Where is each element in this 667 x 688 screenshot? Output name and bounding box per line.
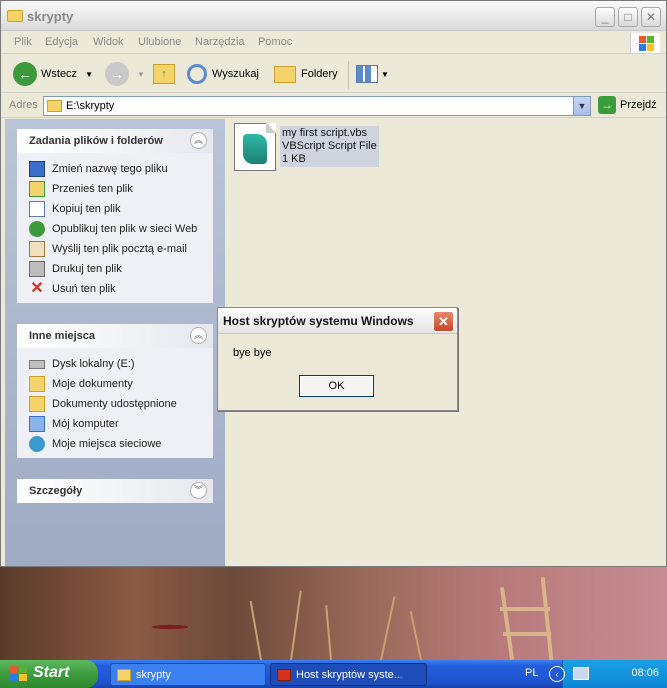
search-icon bbox=[187, 64, 207, 84]
taskbar-item-script-host[interactable]: Host skryptów syste... bbox=[270, 663, 427, 686]
back-arrow-icon: ← bbox=[13, 62, 37, 86]
vbs-file-icon[interactable] bbox=[234, 123, 276, 171]
move-icon bbox=[29, 181, 45, 197]
other-places-panel: Inne miejsca ︽ Dysk lokalny (E:) Moje do… bbox=[17, 324, 213, 458]
task-rename[interactable]: Zmień nazwę tego pliku bbox=[17, 159, 213, 179]
menu-edit[interactable]: Edycja bbox=[45, 36, 78, 48]
window-titlebar[interactable]: skrypty _ □ ✕ bbox=[1, 1, 666, 31]
go-arrow-icon: → bbox=[598, 96, 616, 114]
folder-icon bbox=[117, 668, 131, 681]
file-name: my first script.vbs bbox=[282, 127, 367, 139]
folder-icon bbox=[7, 10, 23, 22]
views-button[interactable]: ▼ bbox=[356, 61, 389, 87]
file-tasks-panel: Zadania plików i folderów ︽ Zmień nazwę … bbox=[17, 129, 213, 303]
toolbar: ← Wstecz ▼ → ▼ ↑ Wyszukaj Foldery ▼ bbox=[1, 55, 666, 93]
drive-icon bbox=[29, 359, 45, 369]
rename-icon bbox=[29, 161, 45, 177]
folders-icon bbox=[274, 65, 296, 83]
address-input[interactable]: E:\skrypty ▼ bbox=[43, 96, 591, 116]
explorer-window: skrypty _ □ ✕ Plik Edycja Widok Ulubione… bbox=[0, 0, 667, 567]
task-print[interactable]: Drukuj ten plik bbox=[17, 259, 213, 279]
menu-bar: Plik Edycja Widok Ulubione Narzędzia Pom… bbox=[1, 32, 666, 54]
up-folder-icon: ↑ bbox=[153, 64, 175, 84]
delete-x-icon: ✕ bbox=[30, 280, 44, 297]
expand-chevron-icon[interactable]: ︾ bbox=[190, 482, 207, 499]
address-dropdown-button[interactable]: ▼ bbox=[573, 97, 590, 115]
desktop-wallpaper bbox=[0, 567, 667, 661]
go-button[interactable]: → Przejdź bbox=[598, 96, 657, 114]
globe-icon bbox=[29, 221, 45, 237]
language-indicator[interactable]: PL bbox=[525, 667, 538, 679]
address-bar: Adres E:\skrypty ▼ → Przejdź bbox=[1, 94, 666, 118]
menu-help[interactable]: Pomoc bbox=[258, 36, 292, 48]
computer-icon bbox=[29, 416, 45, 432]
collapse-chevron-icon[interactable]: ︽ bbox=[190, 327, 207, 344]
email-icon bbox=[29, 241, 45, 257]
search-button[interactable]: Wyszukaj bbox=[187, 61, 259, 87]
dialog-titlebar[interactable]: Host skryptów systemu Windows ✕ bbox=[218, 308, 457, 334]
back-button[interactable]: ← Wstecz ▼ bbox=[13, 61, 93, 87]
dropdown-arrow-icon: ▼ bbox=[85, 69, 93, 79]
window-title: skrypty bbox=[27, 9, 74, 24]
forward-arrow-icon: → bbox=[105, 62, 129, 86]
dropdown-arrow-icon: ▼ bbox=[381, 69, 389, 79]
close-button[interactable]: ✕ bbox=[641, 7, 661, 27]
windows-logo-icon bbox=[630, 33, 660, 53]
message-dialog: Host skryptów systemu Windows ✕ bye bye … bbox=[217, 307, 458, 411]
task-pane: Zadania plików i folderów ︽ Zmień nazwę … bbox=[5, 119, 225, 566]
maximize-button[interactable]: □ bbox=[618, 7, 638, 27]
minimize-button[interactable]: _ bbox=[595, 7, 615, 27]
place-local-disk[interactable]: Dysk lokalny (E:) bbox=[17, 354, 213, 374]
dialog-message: bye bye bbox=[233, 347, 272, 359]
task-move[interactable]: Przenieś ten plik bbox=[17, 179, 213, 199]
windows-flag-icon bbox=[10, 666, 28, 682]
up-folder-button[interactable]: ↑ bbox=[153, 61, 175, 87]
file-tasks-header[interactable]: Zadania plików i folderów ︽ bbox=[17, 129, 213, 153]
dialog-title: Host skryptów systemu Windows bbox=[223, 314, 414, 328]
task-publish[interactable]: Opublikuj ten plik w sieci Web bbox=[17, 219, 213, 239]
collapse-chevron-icon[interactable]: ︽ bbox=[190, 132, 207, 149]
details-header[interactable]: Szczegóły ︾ bbox=[17, 479, 213, 503]
other-places-header[interactable]: Inne miejsca ︽ bbox=[17, 324, 213, 348]
taskbar-item-skrypty[interactable]: skrypty bbox=[110, 663, 266, 686]
dialog-close-button[interactable]: ✕ bbox=[433, 311, 454, 332]
script-scroll-icon bbox=[243, 134, 267, 164]
ok-button[interactable]: OK bbox=[299, 375, 374, 397]
forward-button[interactable]: → ▼ bbox=[105, 61, 145, 87]
folder-icon bbox=[47, 100, 62, 112]
network-icon bbox=[29, 436, 45, 452]
tray-expand-icon[interactable]: ‹ bbox=[549, 666, 565, 682]
place-shared-documents[interactable]: Dokumenty udostępnione bbox=[17, 394, 213, 414]
script-host-icon bbox=[277, 668, 291, 681]
dropdown-arrow-icon: ▼ bbox=[137, 69, 145, 79]
menu-file[interactable]: Plik bbox=[14, 36, 32, 48]
menu-view[interactable]: Widok bbox=[93, 36, 124, 48]
file-size: 1 KB bbox=[282, 153, 306, 165]
file-type: VBScript Script File bbox=[282, 140, 377, 152]
place-network[interactable]: Moje miejsca sieciowe bbox=[17, 434, 213, 454]
clock[interactable]: 08:06 bbox=[631, 667, 659, 679]
system-tray: PL ‹ 08:06 bbox=[525, 660, 667, 688]
printer-icon bbox=[29, 261, 45, 277]
menu-tools[interactable]: Narzędzia bbox=[195, 36, 245, 48]
menu-favorites[interactable]: Ulubione bbox=[138, 36, 181, 48]
task-email[interactable]: Wyślij ten plik pocztą e-mail bbox=[17, 239, 213, 259]
task-delete[interactable]: ✕ Usuń ten plik bbox=[17, 279, 213, 299]
network-tray-icon[interactable] bbox=[573, 667, 589, 680]
copy-icon bbox=[29, 201, 45, 217]
folders-button[interactable]: Foldery bbox=[274, 61, 338, 87]
task-copy[interactable]: Kopiuj ten plik bbox=[17, 199, 213, 219]
taskbar: Start skrypty Host skryptów syste... PL … bbox=[0, 660, 667, 688]
toolbar-separator bbox=[348, 61, 349, 89]
start-button[interactable]: Start bbox=[0, 660, 98, 688]
place-my-documents[interactable]: Moje dokumenty bbox=[17, 374, 213, 394]
file-item[interactable]: my first script.vbs VBScript Script File… bbox=[280, 126, 379, 167]
my-documents-icon bbox=[29, 376, 45, 392]
shared-folder-icon bbox=[29, 396, 45, 412]
details-panel: Szczegóły ︾ bbox=[17, 479, 213, 503]
views-icon bbox=[356, 65, 378, 83]
place-my-computer[interactable]: Mój komputer bbox=[17, 414, 213, 434]
address-label: Adres bbox=[9, 99, 38, 111]
address-path: E:\skrypty bbox=[66, 100, 115, 112]
